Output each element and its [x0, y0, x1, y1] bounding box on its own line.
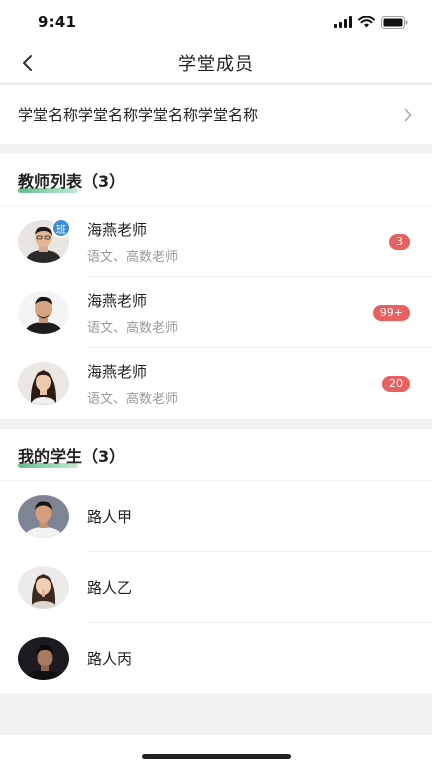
member-info: 海燕老师 语文、高数老师 [87, 361, 178, 407]
unread-badge: 20 [382, 375, 410, 392]
chevron-right-icon [404, 108, 412, 121]
teacher-name: 海燕老师 [87, 220, 148, 239]
avatar: 班 [18, 218, 71, 263]
avatar [18, 495, 69, 538]
back-button[interactable] [14, 50, 40, 76]
student-name: 路人丙 [87, 650, 133, 668]
status-icons [334, 15, 408, 29]
nav-bar: 学堂成员 [0, 44, 432, 82]
chevron-left-icon [23, 55, 32, 71]
teacher-subjects: 语文、高数老师 [87, 320, 179, 336]
school-name: 学堂名称学堂名称学堂名称学堂名称 [18, 106, 259, 124]
avatar [18, 362, 69, 405]
teacher-name: 海燕老师 [87, 362, 148, 381]
teacher-list-header: 教师列表（3） [0, 154, 432, 206]
member-info: 海燕老师 语文、高数老师 [87, 290, 178, 336]
class-teacher-tag: 班 [51, 218, 71, 238]
home-indicator-area [0, 735, 432, 768]
wifi-icon [358, 16, 375, 28]
home-indicator[interactable] [142, 754, 291, 759]
teacher-name: 海燕老师 [87, 291, 148, 310]
unread-badge: 3 [389, 233, 410, 250]
member-info: 海燕老师 语文、高数老师 [87, 219, 178, 265]
teacher-subjects: 语文、高数老师 [87, 391, 179, 407]
teacher-list-title: 教师列表（3） [18, 171, 126, 191]
unread-badge: 99+ [372, 304, 410, 321]
teacher-row[interactable]: 海燕老师 语文、高数老师 20 [0, 348, 432, 419]
page-title: 学堂成员 [178, 54, 254, 75]
student-name: 路人甲 [87, 508, 133, 526]
avatar [18, 291, 69, 334]
screen: 9:41 学堂成员 学堂名称学堂名称学堂名称学堂名称 教师列表（3） 班 海燕老… [0, 0, 432, 768]
student-list-section: 我的学生（3） 路人甲 路人乙 路人丙 [0, 429, 432, 693]
student-list-header: 我的学生（3） [0, 429, 432, 481]
student-row[interactable]: 路人乙 [0, 552, 432, 623]
school-row[interactable]: 学堂名称学堂名称学堂名称学堂名称 [0, 84, 432, 144]
student-list-title: 我的学生（3） [18, 446, 126, 466]
student-name: 路人乙 [87, 579, 133, 597]
status-time: 9:41 [38, 13, 77, 31]
avatar [18, 566, 69, 609]
teacher-subjects: 语文、高数老师 [87, 249, 179, 265]
student-row[interactable]: 路人丙 [0, 623, 432, 694]
status-bar: 9:41 [0, 0, 432, 44]
teacher-row[interactable]: 班 海燕老师 语文、高数老师 3 [0, 206, 432, 277]
avatar [18, 637, 69, 680]
cellular-signal-icon [334, 16, 352, 28]
student-row[interactable]: 路人甲 [0, 481, 432, 552]
battery-icon [381, 15, 408, 29]
teacher-list-section: 教师列表（3） 班 海燕老师 语文、高数老师 3 海燕老师 语文、高数老师 99… [0, 154, 432, 419]
teacher-row[interactable]: 海燕老师 语文、高数老师 99+ [0, 277, 432, 348]
